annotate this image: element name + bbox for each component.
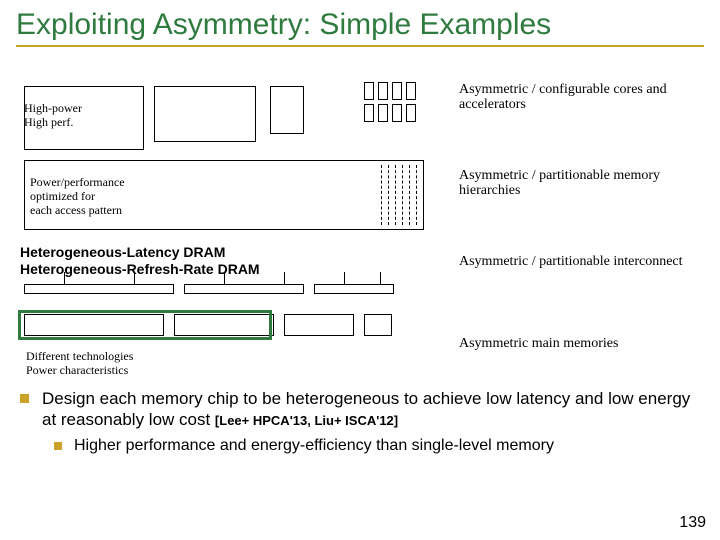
bullet-1: Design each memory chip to be heterogene… <box>20 388 706 431</box>
label-asym-memhier: Asymmetric / partitionable memory hierar… <box>459 168 689 199</box>
bullet-square-icon <box>54 442 62 450</box>
bullet-1-citation: [Lee+ HPCA'13, Liu+ ISCA'12] <box>215 413 398 428</box>
label-asym-interconnect: Asymmetric / partitionable interconnect <box>459 254 689 269</box>
label-asym-mainmem: Asymmetric main memories <box>459 336 689 351</box>
label-high-power: High-power <box>24 102 82 115</box>
label-high-perf: High perf. <box>24 116 73 129</box>
bullet-2: Higher performance and energy-efficiency… <box>54 437 706 455</box>
mem-label-2: optimized for <box>30 190 95 203</box>
core-mid-box <box>154 86 256 142</box>
highlight-box <box>18 310 272 340</box>
mainmem-label-2: Power characteristics <box>26 364 128 377</box>
interconnect-seg-1 <box>24 284 174 294</box>
mainmem-label-1: Different technologies <box>26 350 133 363</box>
title-underline <box>16 45 704 47</box>
interconnect-seg-3 <box>314 284 394 294</box>
architecture-diagram: High-power High perf. Asymmetric / confi… <box>24 86 694 366</box>
bullet-square-icon <box>20 394 29 403</box>
mem-label-3: each access pattern <box>30 204 122 217</box>
annotation-line-1: Heterogeneous-Latency DRAM <box>20 244 260 261</box>
interconnect-seg-2 <box>184 284 304 294</box>
core-small-box <box>270 86 304 134</box>
mem-label-1: Power/performance <box>30 176 125 189</box>
label-asym-cores: Asymmetric / configurable cores and acce… <box>459 82 689 113</box>
page-number: 139 <box>679 514 706 532</box>
mainmem-box-4 <box>364 314 392 336</box>
mainmem-box-3 <box>284 314 354 336</box>
page-title: Exploiting Asymmetry: Simple Examples <box>0 0 720 45</box>
bullet-list: Design each memory chip to be heterogene… <box>20 388 706 455</box>
bullet-2-text: Higher performance and energy-efficiency… <box>74 437 554 454</box>
